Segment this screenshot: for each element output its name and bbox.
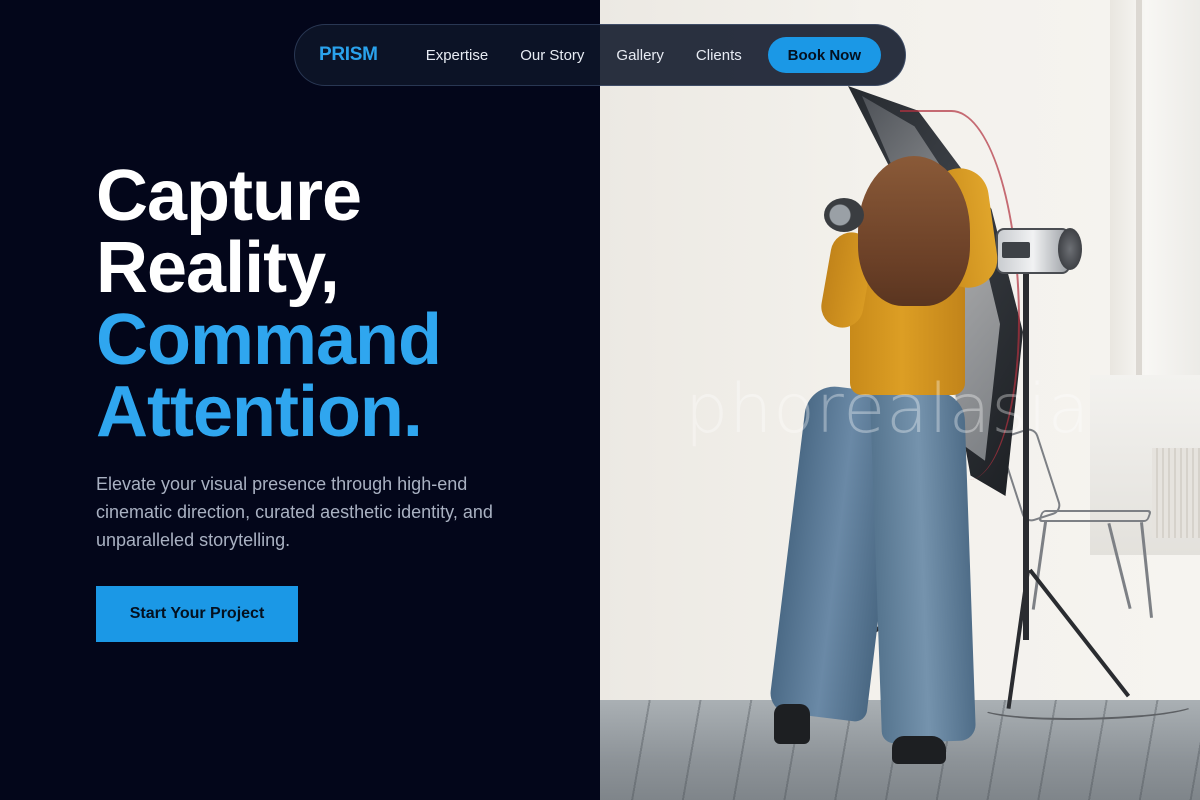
radiator <box>1152 448 1200 538</box>
chair-leg <box>1031 520 1048 610</box>
nav-link-our-story[interactable]: Our Story <box>520 47 584 64</box>
top-navigation: PRISM Expertise Our Story Gallery Client… <box>294 24 906 86</box>
nav-link-clients[interactable]: Clients <box>696 47 742 64</box>
chair-seat <box>1037 510 1153 522</box>
photographer-shoe <box>892 736 946 764</box>
brand-logo[interactable]: PRISM <box>319 44 378 66</box>
hero-title-line: Reality, <box>96 228 340 308</box>
hero-title-line: Capture <box>96 156 362 236</box>
hero-description: Elevate your visual presence through hig… <box>96 474 493 550</box>
hero-title-line-accent: Attention. <box>96 372 423 452</box>
nav-links: Expertise Our Story Gallery Clients <box>426 47 742 64</box>
nav-link-gallery[interactable]: Gallery <box>616 47 664 64</box>
photographer-hair <box>858 156 970 306</box>
strobe-head <box>1058 228 1082 270</box>
landing-page: phorealasia PRISM Expertise Our Story Ga… <box>0 0 1200 800</box>
camera <box>824 198 864 232</box>
nav-link-expertise[interactable]: Expertise <box>426 47 489 64</box>
hero-title-line-accent: Command <box>96 300 442 380</box>
light-stand-leg <box>1028 568 1131 698</box>
hero-title: Capture Reality, Command Attention. <box>96 156 442 452</box>
book-now-button[interactable]: Book Now <box>767 37 881 73</box>
photo-watermark: phorealasia <box>685 370 1091 449</box>
photographer-shoe <box>774 704 810 744</box>
start-project-button[interactable]: Start Your Project <box>96 586 298 642</box>
wall <box>1110 0 1200 380</box>
window-frame <box>1136 0 1142 380</box>
strobe-panel <box>1002 242 1030 258</box>
hero-photo: phorealasia <box>600 0 1200 800</box>
